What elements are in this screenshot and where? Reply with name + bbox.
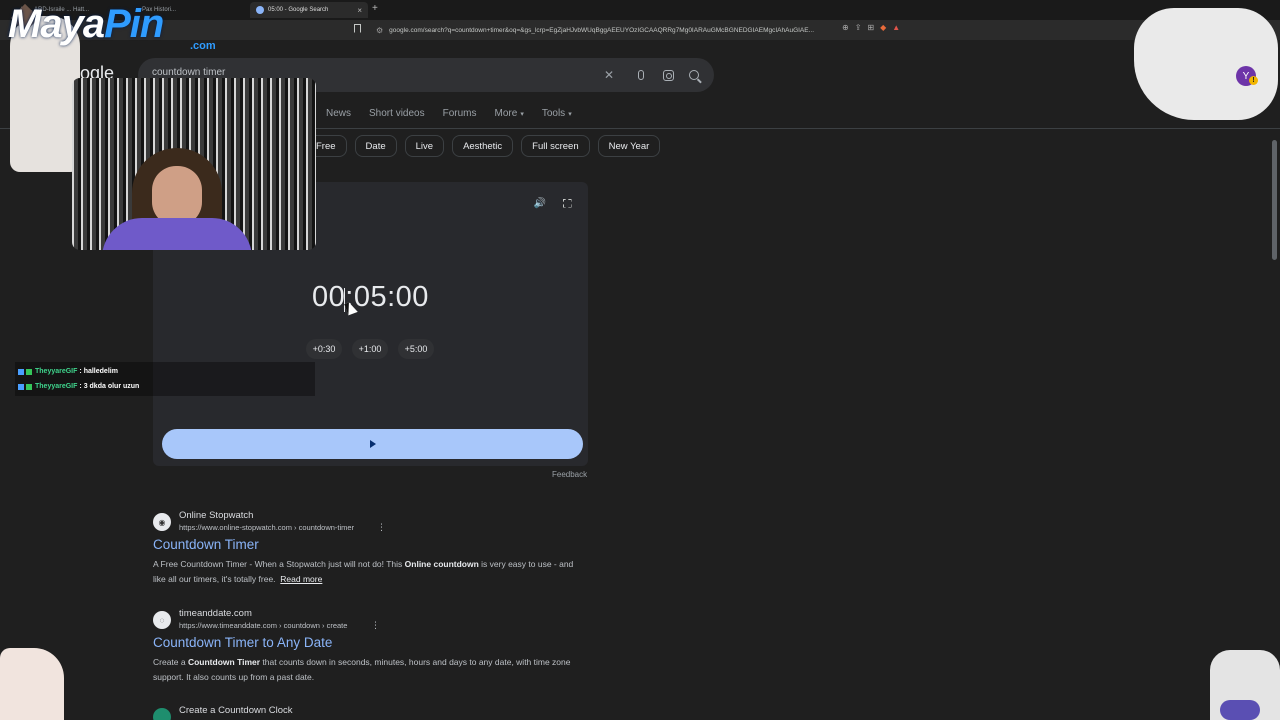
result-options-icon[interactable]: ⋮ (377, 522, 386, 533)
result-snippet: A Free Countdown Timer - When a Stopwatc… (153, 559, 574, 584)
search-icon[interactable] (686, 67, 702, 83)
chat-badge-icon (18, 383, 24, 390)
site-favicon-icon (153, 708, 171, 720)
page-scrollbar[interactable] (1272, 140, 1277, 260)
stream-chat-overlay: TheyyareGIF : halledelim TheyyareGIF : 3… (15, 362, 315, 396)
chat-text: : halledelim (79, 368, 118, 375)
tab-short-videos[interactable]: Short videos (369, 108, 425, 119)
feedback-link[interactable]: Feedback (552, 470, 587, 479)
new-tab-button[interactable]: + (372, 3, 378, 14)
tab-news[interactable]: News (326, 108, 351, 119)
warning-badge-icon: ! (1249, 76, 1258, 85)
add-30s-button[interactable]: +0:30 (306, 339, 342, 359)
site-favicon-icon: ◌ (153, 611, 171, 629)
result-site-name[interactable]: Online Stopwatch (179, 510, 253, 521)
url-field[interactable]: ⚙ google.com/search?q=countdown+timer&oq… (376, 22, 906, 38)
add-5m-button[interactable]: +5:00 (398, 339, 434, 359)
result-snippet: Create a Countdown Timer that counts dow… (153, 657, 571, 682)
chat-username: TheyyareGIF (35, 383, 78, 390)
site-favicon-icon: ◉ (153, 513, 171, 531)
browser-tab-bar: #C... ARD-Israile ... Hatt... Pax Histor… (0, 0, 1280, 20)
lens-icon[interactable] (660, 67, 676, 83)
chip-date[interactable]: Date (354, 135, 397, 157)
add-1m-button[interactable]: +1:00 (352, 339, 388, 359)
chip-new-year[interactable]: New Year (597, 135, 661, 157)
fullscreen-icon[interactable] (560, 196, 574, 210)
cat-sticker-image (1134, 8, 1278, 120)
chat-badge-icon (26, 383, 32, 390)
mayapin-logo: Maya Pin .com (8, 2, 216, 52)
result-title[interactable]: Countdown Timer to Any Date (153, 635, 332, 650)
chip-live[interactable]: Live (404, 135, 445, 157)
url-text: google.com/search?q=countdown+timer&oq=&… (389, 26, 815, 34)
mic-icon[interactable] (633, 67, 649, 83)
tab-tools[interactable]: Tools ▾ (542, 108, 572, 119)
bookmark-icon[interactable] (354, 24, 361, 33)
browser-tab-active[interactable]: 05:00 - Google Search × (250, 2, 368, 18)
timer-display[interactable]: 00:05:00 (153, 281, 588, 314)
tab-label: 05:00 - Google Search (268, 7, 329, 13)
google-favicon-icon (256, 6, 264, 14)
filter-chips: Free Date Live Aesthetic Full screen New… (306, 135, 661, 157)
chip-full-screen[interactable]: Full screen (521, 135, 590, 157)
address-bar-row: ⚙ google.com/search?q=countdown+timer&oq… (0, 20, 1280, 40)
search-input[interactable] (152, 67, 592, 78)
chat-badge-icon (18, 368, 24, 375)
cat-sticker-image (0, 648, 64, 720)
chat-badge-icon (26, 368, 32, 375)
chip-aesthetic[interactable]: Aesthetic (452, 135, 514, 157)
share-icon[interactable]: ⇪ (855, 23, 862, 32)
webcam-overlay (72, 78, 316, 250)
chat-text: : 3 dkda olur uzun (79, 383, 140, 390)
chat-username: TheyyareGIF (35, 368, 78, 375)
play-icon (369, 440, 376, 448)
chat-message: TheyyareGIF : halledelim (15, 364, 315, 379)
rewards-icon[interactable]: ▲ (892, 23, 900, 32)
cat-sticker-image (1210, 650, 1280, 720)
brave-shield-icon[interactable]: ◆ (880, 23, 886, 32)
read-more-link[interactable]: Read more (280, 574, 322, 584)
site-info-icon[interactable]: ⚙ (376, 26, 383, 35)
search-nav-tabs: News Short videos Forums More ▾ Tools ▾ (326, 108, 590, 119)
result-title[interactable]: Countdown Timer (153, 537, 259, 552)
result-options-icon[interactable]: ⋮ (371, 620, 380, 631)
chat-message: TheyyareGIF : 3 dkda olur uzun (15, 379, 315, 394)
result-site-name[interactable]: timeanddate.com (179, 608, 252, 619)
start-timer-button[interactable] (162, 429, 583, 459)
tab-forums[interactable]: Forums (443, 108, 477, 119)
clear-icon[interactable]: ✕ (601, 67, 617, 83)
chevron-down-icon: ▾ (568, 110, 572, 118)
volume-icon[interactable]: 🔊 (533, 196, 547, 210)
result-url[interactable]: https://www.timeanddate.com › countdown … (179, 621, 347, 630)
result-url[interactable]: https://www.online-stopwatch.com › count… (179, 523, 354, 532)
zoom-icon[interactable]: ⊕ (842, 23, 849, 32)
tab-more[interactable]: More ▾ (495, 108, 524, 119)
result-site-name[interactable]: Create a Countdown Clock (179, 705, 293, 716)
address-bar-icons: ⊕ ⇪ ⊞ ◆ ▲ (842, 23, 900, 32)
timer-add-buttons: +0:30 +1:00 +5:00 (306, 339, 434, 359)
close-tab-icon[interactable]: × (357, 6, 362, 15)
chevron-down-icon: ▾ (520, 110, 524, 118)
extension-icon[interactable]: ⊞ (867, 23, 874, 32)
